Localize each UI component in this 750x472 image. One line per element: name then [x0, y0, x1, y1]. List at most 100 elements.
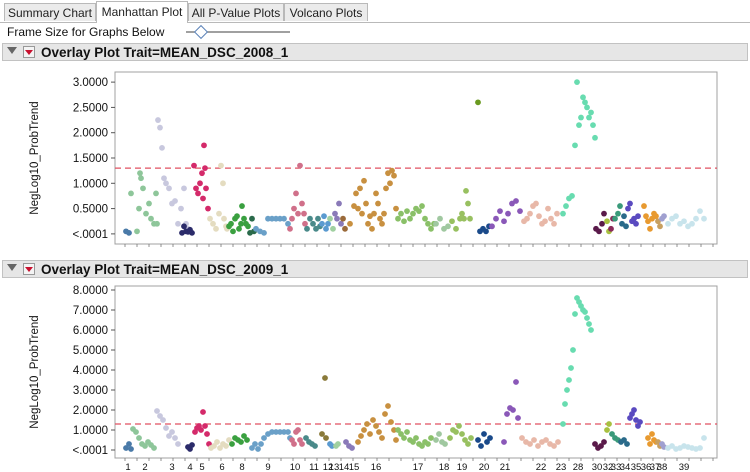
data-point-chr10[interactable] — [302, 220, 308, 227]
data-point-chr23[interactable] — [588, 327, 594, 333]
data-point-chr33[interactable] — [615, 210, 621, 217]
data-point-chr21[interactable] — [483, 228, 489, 235]
data-point-chr34[interactable] — [621, 213, 627, 220]
data-point-chr4[interactable] — [181, 223, 187, 230]
data-point-chr9[interactable] — [285, 429, 291, 435]
collapse-triangle-icon[interactable] — [7, 264, 17, 271]
red-triangle-menu-icon[interactable] — [23, 263, 35, 275]
data-point-chr22[interactable] — [493, 215, 499, 222]
data-point-chr23[interactable] — [533, 200, 539, 207]
data-point-chr17[interactable] — [413, 435, 419, 441]
data-point-chr39[interactable] — [693, 215, 699, 222]
panel-header-2009[interactable]: Overlay Plot Trait=MEAN_DSC_2009_1 — [2, 260, 748, 278]
data-point-chr10[interactable] — [299, 200, 305, 207]
data-point-chr23[interactable] — [568, 365, 574, 371]
data-point-chr24[interactable] — [572, 142, 578, 149]
data-point-chr11[interactable] — [307, 215, 313, 222]
data-point-chr1[interactable] — [126, 229, 132, 236]
data-point-chr11[interactable] — [304, 225, 310, 232]
data-point-chr16[interactable] — [365, 220, 371, 227]
data-point-chr13[interactable] — [330, 225, 336, 232]
data-point-chr16[interactable] — [393, 205, 399, 212]
collapse-triangle-icon[interactable] — [7, 47, 17, 54]
data-point-chr10[interactable] — [287, 225, 293, 232]
data-point-chr23[interactable] — [551, 220, 557, 227]
data-point-chr7[interactable] — [241, 215, 247, 222]
data-point-chr15[interactable] — [342, 225, 348, 232]
data-point-chr22[interactable] — [501, 218, 507, 225]
data-point-chr36[interactable] — [647, 225, 653, 232]
data-point-chr8[interactable] — [244, 437, 250, 443]
data-point-chr22[interactable] — [513, 198, 519, 204]
data-point-chr18[interactable] — [436, 431, 442, 437]
data-point-chr8[interactable] — [249, 215, 255, 222]
data-point-chr11[interactable] — [315, 215, 321, 222]
data-point-chr16[interactable] — [375, 200, 381, 207]
data-point-chr23[interactable] — [548, 215, 554, 222]
data-point-chr5[interactable] — [200, 409, 206, 415]
data-point-chr23[interactable] — [562, 401, 568, 407]
data-point-chr22[interactable] — [497, 208, 503, 215]
data-point-chr10[interactable] — [291, 205, 297, 212]
data-point-chr6[interactable] — [223, 443, 229, 449]
data-point-chr24[interactable] — [560, 210, 566, 217]
data-point-chr16[interactable] — [371, 210, 377, 217]
data-point-chr8[interactable] — [229, 441, 235, 447]
data-point-chr16[interactable] — [379, 220, 385, 227]
data-point-chr23[interactable] — [554, 210, 560, 217]
data-point-chr15[interactable] — [340, 215, 346, 222]
data-point-chr3[interactable] — [157, 124, 163, 131]
data-point-chr16[interactable] — [389, 167, 395, 174]
data-point-chr16[interactable] — [388, 419, 394, 425]
data-point-chr14[interactable] — [335, 441, 341, 447]
data-point-chr35[interactable] — [633, 220, 639, 227]
data-point-chr24[interactable] — [582, 99, 588, 106]
data-point-chr3[interactable] — [175, 441, 181, 447]
data-point-chr5[interactable] — [197, 180, 203, 187]
data-point-chr16[interactable] — [369, 225, 375, 232]
data-point-chr39[interactable] — [697, 445, 703, 451]
data-point-chr3[interactable] — [163, 425, 169, 431]
data-point-chr16[interactable] — [377, 215, 383, 222]
data-point-chr3[interactable] — [178, 205, 184, 212]
data-point-chr23[interactable] — [545, 205, 551, 212]
data-point-chr16[interactable] — [367, 431, 373, 437]
data-point-chr2[interactable] — [133, 429, 139, 435]
data-point-chr7[interactable] — [238, 220, 244, 227]
data-point-chr16[interactable] — [357, 185, 363, 192]
data-point-chr16[interactable] — [355, 439, 361, 445]
data-point-chr17[interactable] — [407, 215, 413, 222]
data-point-chr23[interactable] — [572, 311, 578, 317]
tab-all-p-value-plots[interactable]: All P-Value Plots — [188, 3, 284, 21]
data-point-chr16[interactable] — [361, 427, 367, 433]
data-point-chr18[interactable] — [437, 215, 443, 222]
data-point-chr2[interactable] — [143, 210, 149, 217]
data-point-chr24[interactable] — [580, 94, 586, 101]
data-point-chr17[interactable] — [404, 429, 410, 435]
data-point-chr16[interactable] — [376, 429, 382, 435]
data-point-chr33[interactable] — [617, 203, 623, 209]
data-point-chr1[interactable] — [126, 441, 132, 447]
data-point-chr9[interactable] — [258, 441, 264, 447]
data-point-chr11[interactable] — [310, 220, 316, 227]
data-point-chr16[interactable] — [353, 190, 359, 197]
data-point-chr39[interactable] — [681, 218, 687, 225]
data-point-chr7[interactable] — [228, 220, 234, 227]
data-point-chr7[interactable] — [234, 213, 240, 220]
data-point-chr23[interactable] — [527, 210, 533, 217]
data-point-chr19[interactable] — [456, 423, 462, 429]
data-point-chr16[interactable] — [373, 423, 379, 429]
data-point-chr5[interactable] — [202, 423, 208, 429]
data-point-chr37[interactable] — [657, 223, 663, 230]
data-point-chr9[interactable] — [261, 229, 267, 236]
data-point-chr23[interactable] — [582, 309, 588, 315]
data-point-chr23[interactable] — [560, 421, 566, 427]
data-point-chr6[interactable] — [220, 180, 226, 187]
data-point-chr9[interactable] — [281, 215, 287, 222]
data-point-chr39[interactable] — [665, 220, 671, 227]
data-point-chr22[interactable] — [505, 210, 511, 217]
data-point-chr17[interactable] — [428, 225, 434, 232]
data-point-chr2[interactable] — [154, 220, 160, 227]
data-point-chr16[interactable] — [347, 220, 353, 227]
data-point-chr33[interactable] — [612, 215, 618, 222]
